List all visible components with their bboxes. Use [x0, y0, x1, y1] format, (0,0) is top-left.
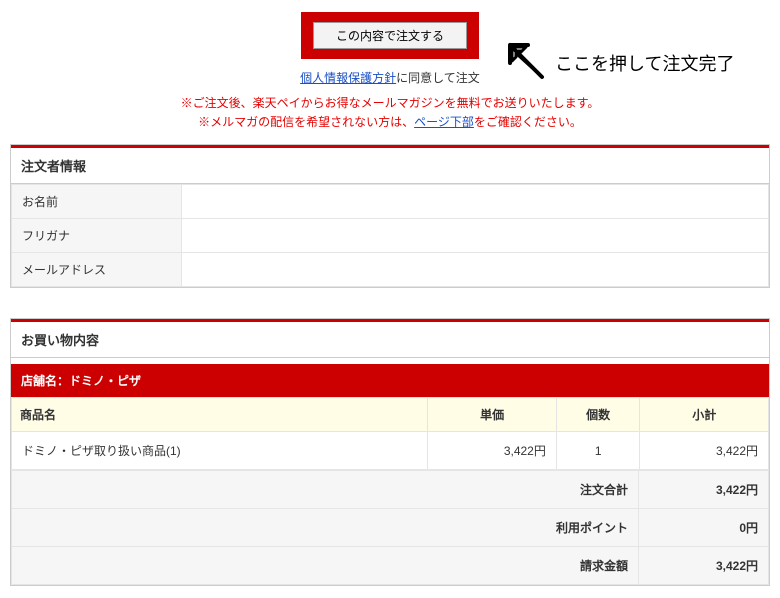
email-label: メールアドレス: [12, 253, 182, 287]
notice-line1: ※ご注文後、楽天ペイからお得なメールマガジンを無料でお送りいたします。: [181, 96, 600, 110]
name-label: お名前: [12, 185, 182, 219]
billing-label: 請求金額: [12, 547, 639, 585]
cart-section: お買い物内容 店舗名：ドミノ・ピザ 商品名 単価 個数 小計 ドミノ・ピザ取り扱…: [10, 318, 770, 586]
col-qty: 個数: [556, 398, 640, 432]
item-subtotal: 3,422円: [640, 432, 769, 470]
shop-name-header: 店舗名：ドミノ・ピザ: [11, 364, 769, 397]
submit-order-button[interactable]: この内容で注文する: [313, 22, 467, 49]
name-value: [182, 185, 769, 219]
order-total-label: 注文合計: [12, 471, 639, 509]
customer-info-table: お名前 フリガナ メールアドレス: [11, 184, 769, 287]
notice-block: ※ご注文後、楽天ペイからお得なメールマガジンを無料でお送りいたします。 ※メルマ…: [0, 94, 780, 144]
cart-title: お買い物内容: [11, 322, 769, 358]
email-value: [182, 253, 769, 287]
col-name: 商品名: [12, 398, 428, 432]
page-bottom-link[interactable]: ページ下部: [414, 115, 474, 129]
furigana-value: [182, 219, 769, 253]
table-row: お名前: [12, 185, 769, 219]
col-unit: 単価: [428, 398, 557, 432]
privacy-policy-link[interactable]: 個人情報保護方針: [300, 71, 396, 85]
notice-line2-suffix: をご確認ください。: [474, 115, 582, 129]
table-row: フリガナ: [12, 219, 769, 253]
item-name: ドミノ・ピザ取り扱い商品(1): [12, 432, 428, 470]
order-button-frame: この内容で注文する: [301, 12, 479, 59]
item-unit: 3,422円: [428, 432, 557, 470]
customer-info-title: 注文者情報: [11, 148, 769, 184]
table-row: メールアドレス: [12, 253, 769, 287]
order-total-value: 3,422円: [639, 471, 769, 509]
table-row: ドミノ・ピザ取り扱い商品(1) 3,422円 1 3,422円: [12, 432, 769, 470]
cursor-arrow-icon: [500, 35, 550, 83]
table-row: 注文合計 3,422円: [12, 471, 769, 509]
item-qty: 1: [556, 432, 640, 470]
billing-value: 3,422円: [639, 547, 769, 585]
items-table: 商品名 単価 個数 小計 ドミノ・ピザ取り扱い商品(1) 3,422円 1 3,…: [11, 397, 769, 470]
table-header-row: 商品名 単価 個数 小計: [12, 398, 769, 432]
annotation-text: ここを押して注文完了: [555, 50, 734, 76]
col-subtotal: 小計: [640, 398, 769, 432]
customer-info-section: 注文者情報 お名前 フリガナ メールアドレス: [10, 144, 770, 288]
consent-suffix: に同意して注文: [396, 71, 480, 85]
furigana-label: フリガナ: [12, 219, 182, 253]
notice-line2-prefix: ※メルマガの配信を希望されない方は、: [198, 115, 414, 129]
table-row: 請求金額 3,422円: [12, 547, 769, 585]
